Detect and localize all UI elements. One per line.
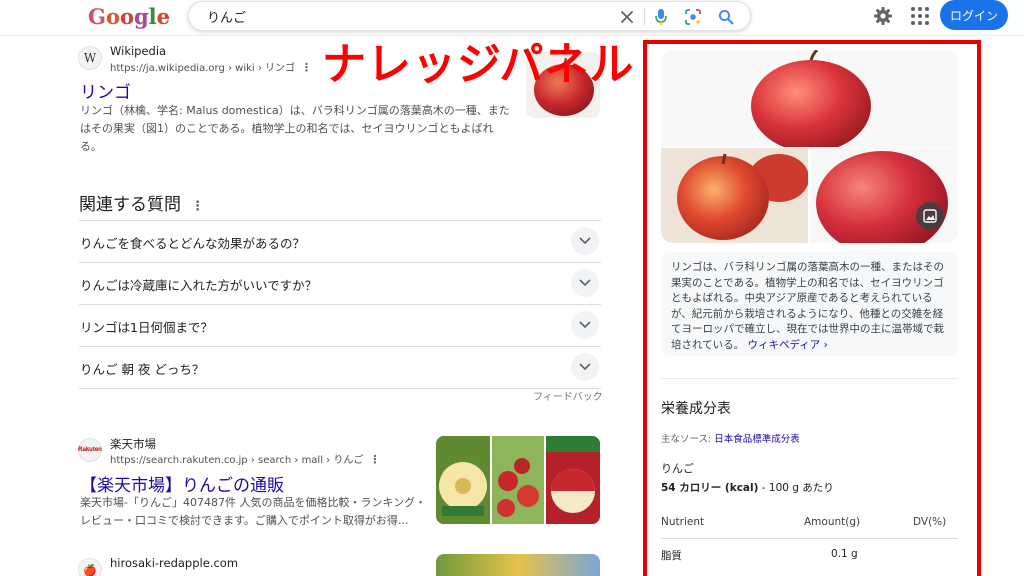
annotation-title: ナレッジパネル bbox=[322, 39, 635, 90]
header-nutrient: Nutrient bbox=[661, 516, 705, 528]
calories-per: - 100 g あたり bbox=[758, 482, 834, 494]
chevron-down-icon[interactable] bbox=[571, 269, 599, 297]
result-site-name[interactable]: Wikipedia bbox=[110, 44, 166, 58]
search-box bbox=[188, 1, 751, 31]
logo-letter: l bbox=[148, 4, 157, 29]
logo-letter: g bbox=[133, 4, 149, 29]
microphone-icon[interactable] bbox=[651, 7, 671, 27]
logo-letter: o bbox=[105, 4, 120, 29]
chevron-down-icon[interactable] bbox=[571, 227, 599, 255]
more-options-icon[interactable]: ⋮ bbox=[191, 199, 204, 214]
knowledge-panel-image[interactable] bbox=[661, 148, 808, 243]
result-url-text: https://ja.wikipedia.org › wiki › リンゴ bbox=[110, 63, 296, 74]
result-url-text: https://search.rakuten.co.jp › search › … bbox=[110, 455, 364, 466]
result-site-name[interactable]: 楽天市場 bbox=[110, 436, 156, 452]
related-question[interactable]: りんごは冷蔵庫に入れた方がいいですか？ bbox=[79, 263, 601, 305]
result-snippet: 楽天市場-「りんご」407487件 人気の商品を価格比較・ランキング・レビュー・… bbox=[80, 496, 427, 527]
related-question[interactable]: りんご 朝 夜 どっち？ bbox=[79, 347, 601, 389]
rakuten-product-thumbnail[interactable] bbox=[492, 436, 544, 524]
logo-letter: o bbox=[119, 4, 134, 29]
knowledge-panel-image[interactable] bbox=[810, 148, 958, 243]
related-question[interactable]: リンゴは1日何個まで？ bbox=[79, 305, 601, 347]
result-snippet: リンゴ（林檎、学名: Malus domestica）は、バラ科リンゴ属の落葉高… bbox=[80, 104, 510, 153]
result-title[interactable]: 【楽天市場】りんごの通販 bbox=[80, 471, 284, 496]
knowledge-panel-main-image[interactable] bbox=[661, 50, 958, 147]
question-text: りんごを食べるとどんな効果があるの？ bbox=[80, 236, 306, 251]
result-url[interactable]: https://search.rakuten.co.jp › search › … bbox=[110, 451, 380, 466]
apple-favicon: 🍎 bbox=[78, 558, 102, 576]
source-link[interactable]: 日本食品標準成分表 bbox=[714, 434, 800, 445]
related-question[interactable]: りんごを食べるとどんな効果があるの？ bbox=[79, 221, 601, 263]
question-text: りんごは冷蔵庫に入れた方がいいですか？ bbox=[80, 278, 318, 293]
google-logo[interactable]: Google bbox=[88, 4, 170, 29]
rakuten-favicon: Rakuten bbox=[78, 438, 102, 462]
gear-icon[interactable] bbox=[873, 6, 893, 26]
divider bbox=[661, 378, 958, 379]
search-divider bbox=[644, 8, 645, 26]
related-questions-title: 関連する質問 bbox=[79, 195, 181, 215]
result-title[interactable]: リンゴ bbox=[80, 78, 131, 103]
apps-grid-icon[interactable] bbox=[911, 7, 929, 25]
nutrition-table-header: Nutrient Amount(g) DV(%) bbox=[661, 505, 958, 539]
question-text: リンゴは1日何個まで？ bbox=[80, 320, 213, 335]
rakuten-product-thumbnail[interactable] bbox=[436, 436, 490, 524]
result-site-name[interactable]: hirosaki-redapple.com bbox=[110, 556, 238, 570]
image-gallery-icon[interactable] bbox=[916, 202, 944, 230]
nutrition-source: 主なソース: 日本食品標準成分表 bbox=[661, 431, 800, 445]
result-url[interactable]: https://ja.wikipedia.org › wiki › リンゴ ⋮ bbox=[110, 59, 312, 74]
chevron-down-icon[interactable] bbox=[571, 353, 599, 381]
more-options-icon[interactable]: ⋮ bbox=[369, 453, 380, 466]
clear-icon[interactable] bbox=[617, 7, 637, 27]
row-amount: 0.1 g bbox=[831, 548, 858, 560]
calories-value: 54 カロリー (kcal) bbox=[661, 482, 759, 494]
search-result-hirosaki: 🍎 hirosaki-redapple.com bbox=[78, 556, 378, 576]
search-icon[interactable] bbox=[716, 7, 736, 27]
wikipedia-favicon: W bbox=[78, 46, 102, 70]
question-text: りんご 朝 夜 どっち？ bbox=[80, 362, 205, 377]
nutrition-table-row: 脂質 0.1 g bbox=[661, 540, 958, 568]
hirosaki-product-thumbnail[interactable] bbox=[436, 554, 600, 576]
knowledge-panel-description: リンゴは、バラ科リンゴ属の落葉高木の一種、またはその果実のことである。植物学上の… bbox=[661, 252, 958, 356]
related-questions-heading: 関連する質問 ⋮ bbox=[79, 190, 204, 215]
header-amount: Amount(g) bbox=[804, 516, 861, 528]
login-button[interactable]: ログイン bbox=[940, 0, 1008, 30]
header-dv: DV(%) bbox=[913, 516, 947, 528]
search-result-rakuten: Rakuten 楽天市場 https://search.rakuten.co.j… bbox=[78, 436, 428, 536]
nutrition-food-name: りんご bbox=[661, 462, 694, 475]
lens-icon[interactable] bbox=[683, 7, 703, 27]
chevron-down-icon[interactable] bbox=[571, 311, 599, 339]
logo-letter: G bbox=[88, 4, 106, 29]
row-nutrient: 脂質 bbox=[661, 550, 682, 562]
nutrition-title: 栄養成分表 bbox=[661, 401, 731, 417]
description-text: リンゴは、バラ科リンゴ属の落葉高木の一種、またはその果実のことである。植物学上の… bbox=[671, 261, 944, 351]
wikipedia-link[interactable]: ウィキペディア › bbox=[748, 339, 828, 351]
search-input[interactable] bbox=[207, 2, 587, 30]
logo-letter: e bbox=[156, 4, 171, 29]
nutrition-calories: 54 カロリー (kcal) - 100 g あたり bbox=[661, 480, 834, 495]
source-label: 主なソース: bbox=[661, 434, 712, 445]
feedback-link[interactable]: フィードバック bbox=[533, 388, 603, 403]
more-options-icon[interactable]: ⋮ bbox=[301, 61, 312, 74]
rakuten-product-thumbnail[interactable] bbox=[546, 436, 600, 524]
